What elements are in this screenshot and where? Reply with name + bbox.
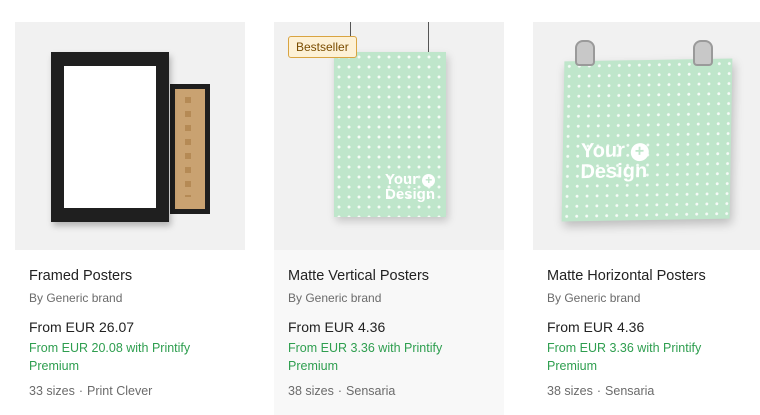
premium-price: From EUR 20.08 with Printify Premium: [29, 341, 191, 373]
product-title[interactable]: Matte Vertical Posters: [288, 266, 493, 286]
product-card-framed-posters[interactable]: Framed Posters By Generic brand From EUR…: [15, 22, 245, 415]
your-design-mark: Your + Design: [580, 139, 649, 184]
product-brand: By Generic brand: [288, 291, 382, 305]
product-meta: 38 sizes · Sensaria: [288, 383, 395, 399]
your-design-mark: Your + Design: [385, 171, 436, 203]
product-price: From EUR 4.36: [288, 319, 386, 335]
frame-front-image: [51, 52, 169, 222]
poster-mockup: Your + Design: [334, 52, 446, 217]
premium-price: From EUR 3.36 with Printify Premium: [547, 341, 702, 373]
plus-icon: +: [630, 142, 649, 162]
product-brand: By Generic brand: [29, 291, 123, 305]
premium-price: From EUR 3.36 with Printify Premium: [288, 341, 443, 373]
product-image[interactable]: [15, 22, 245, 250]
size-count: 38 sizes: [547, 384, 593, 398]
poster-mockup: Your + Design: [561, 58, 733, 222]
product-image[interactable]: Your + Design: [533, 22, 760, 250]
print-provider: Sensaria: [605, 384, 655, 398]
separator: ·: [78, 384, 84, 398]
product-meta: 33 sizes · Print Clever: [29, 383, 152, 399]
product-card-matte-vertical-posters[interactable]: Your + Design Bestseller Matte Vertical …: [274, 22, 504, 415]
separator: ·: [337, 384, 343, 398]
binder-clip-icon: [575, 40, 595, 66]
frame-back-image: [170, 84, 210, 214]
product-card-matte-horizontal-posters[interactable]: Your + Design Matte Horizontal Posters B…: [533, 22, 760, 415]
size-count: 38 sizes: [288, 384, 334, 398]
size-count: 33 sizes: [29, 384, 75, 398]
product-meta: 38 sizes · Sensaria: [547, 383, 654, 399]
product-title[interactable]: Matte Horizontal Posters: [547, 266, 752, 286]
product-price: From EUR 4.36: [547, 319, 645, 335]
product-price: From EUR 26.07: [29, 319, 135, 335]
product-image[interactable]: Your + Design Bestseller: [274, 22, 504, 250]
print-provider: Print Clever: [87, 384, 153, 398]
separator: ·: [596, 384, 602, 398]
product-brand: By Generic brand: [547, 291, 641, 305]
binder-clip-icon: [693, 40, 713, 66]
bestseller-badge: Bestseller: [288, 36, 357, 58]
print-provider: Sensaria: [346, 384, 396, 398]
product-title[interactable]: Framed Posters: [29, 266, 234, 286]
hanging-wire: [428, 22, 429, 52]
